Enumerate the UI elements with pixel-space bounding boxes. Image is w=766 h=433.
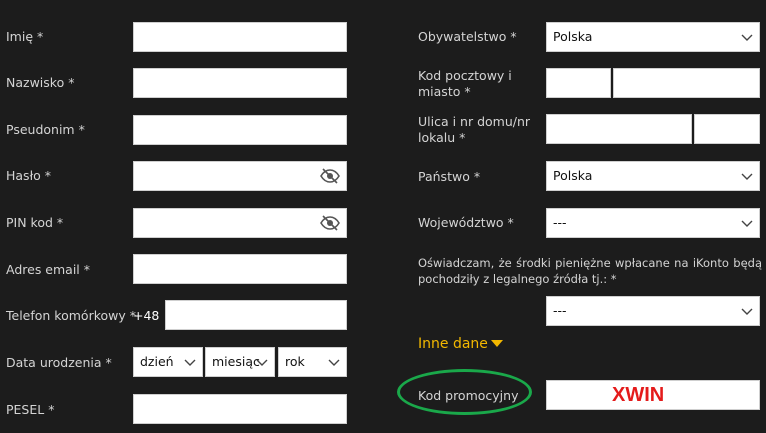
phone-input[interactable] xyxy=(165,300,347,330)
province-label: Województwo * xyxy=(418,215,514,230)
birth-day-value: dzień xyxy=(140,354,174,369)
nickname-label: Pseudonim * xyxy=(6,122,85,137)
country-label: Państwo * xyxy=(418,169,481,184)
province-select[interactable]: --- xyxy=(546,208,760,238)
pin-input[interactable] xyxy=(133,208,347,238)
street-input[interactable] xyxy=(546,114,692,144)
birth-month-value: miesiąc xyxy=(212,354,260,369)
province-value: --- xyxy=(553,215,567,230)
birth-day-select[interactable]: dzień xyxy=(133,347,203,377)
citizenship-select[interactable]: Polska xyxy=(546,22,760,52)
citizenship-label: Obywatelstwo * xyxy=(418,29,517,44)
email-label: Adres email * xyxy=(6,262,91,277)
password-input[interactable] xyxy=(133,161,347,191)
phone-label: Telefon komórkowy * xyxy=(6,308,136,323)
chevron-down-icon xyxy=(741,220,753,227)
postal-label: Kod pocztowy i miasto * xyxy=(418,68,512,100)
declaration-value: --- xyxy=(553,303,567,318)
password-label: Hasło * xyxy=(6,168,51,183)
other-data-toggle[interactable]: Inne dane xyxy=(418,335,488,353)
declaration-line2: pochodziły z legalnego źródła tj.: * xyxy=(418,272,617,286)
birth-year-select[interactable]: rok xyxy=(278,347,347,377)
country-value: Polska xyxy=(553,168,593,183)
eye-slash-icon[interactable] xyxy=(320,168,340,184)
chevron-down-icon xyxy=(328,359,340,366)
pin-label: PIN kod * xyxy=(6,215,64,230)
declaration-text: Oświadczam, że środki pieniężne wpłacane… xyxy=(418,255,762,287)
chevron-down-icon xyxy=(741,173,753,180)
caret-down-icon[interactable] xyxy=(491,340,503,347)
phone-prefix: +48 xyxy=(133,308,160,323)
city-input[interactable] xyxy=(613,68,760,98)
chevron-down-icon xyxy=(184,359,196,366)
eye-slash-icon[interactable] xyxy=(320,215,340,231)
street-label-line1: Ulica i nr domu/nr xyxy=(418,114,531,129)
chevron-down-icon xyxy=(256,359,268,366)
last-name-input[interactable] xyxy=(133,68,347,98)
citizenship-value: Polska xyxy=(553,29,593,44)
postal-code-input[interactable] xyxy=(546,68,611,98)
highlight-oval xyxy=(397,369,532,415)
chevron-down-icon xyxy=(741,308,753,315)
house-number-input[interactable] xyxy=(694,114,760,144)
chevron-down-icon xyxy=(741,34,753,41)
birth-date-label: Data urodzenia * xyxy=(6,355,112,370)
email-input[interactable] xyxy=(133,254,347,284)
country-select[interactable]: Polska xyxy=(546,161,760,191)
postal-label-line1: Kod pocztowy i xyxy=(418,68,512,83)
last-name-label: Nazwisko * xyxy=(6,75,75,90)
pesel-input[interactable] xyxy=(133,394,347,424)
postal-label-line2: miasto * xyxy=(418,84,471,99)
birth-month-select[interactable]: miesiąc xyxy=(205,347,275,377)
first-name-input[interactable] xyxy=(133,22,347,52)
pesel-label: PESEL * xyxy=(6,402,55,417)
nickname-input[interactable] xyxy=(133,115,347,145)
declaration-select[interactable]: --- xyxy=(546,296,760,326)
street-label-line2: lokalu * xyxy=(418,130,466,145)
promo-code-value: XWIN xyxy=(612,384,665,406)
declaration-line1: Oświadczam, że środki pieniężne wpłacane… xyxy=(418,256,762,270)
first-name-label: Imię * xyxy=(6,29,44,44)
birth-year-value: rok xyxy=(285,354,305,369)
street-label: Ulica i nr domu/nr lokalu * xyxy=(418,114,530,146)
